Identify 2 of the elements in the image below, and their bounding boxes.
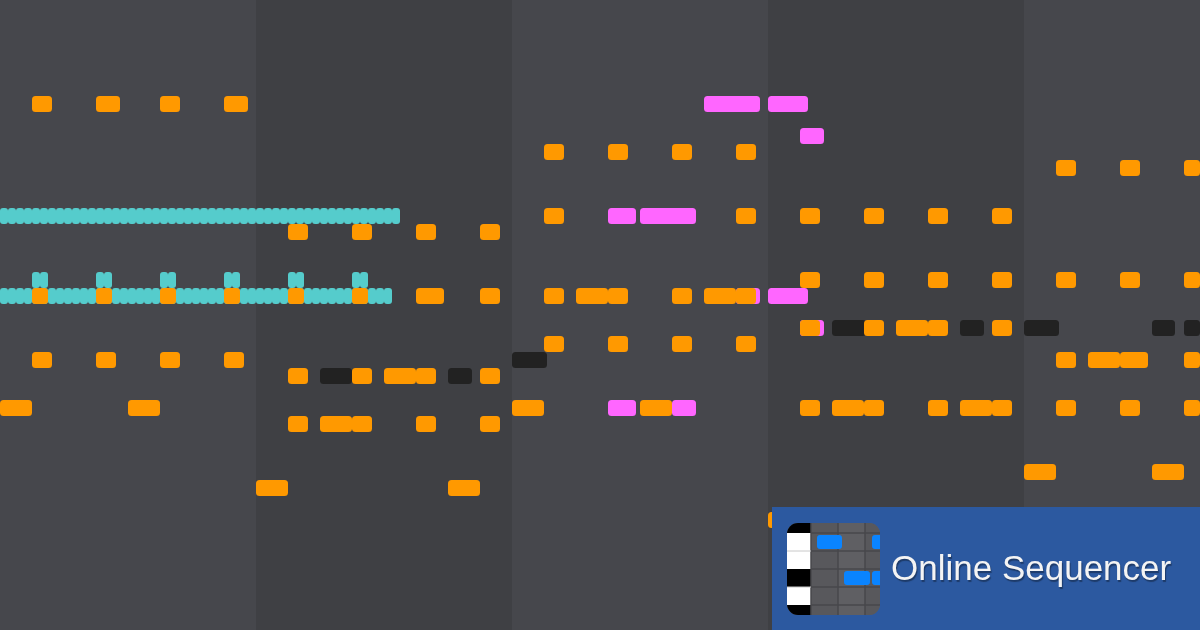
piano-roll-logo-icon xyxy=(787,522,880,615)
brand-title: Online Sequencer xyxy=(891,548,1172,589)
